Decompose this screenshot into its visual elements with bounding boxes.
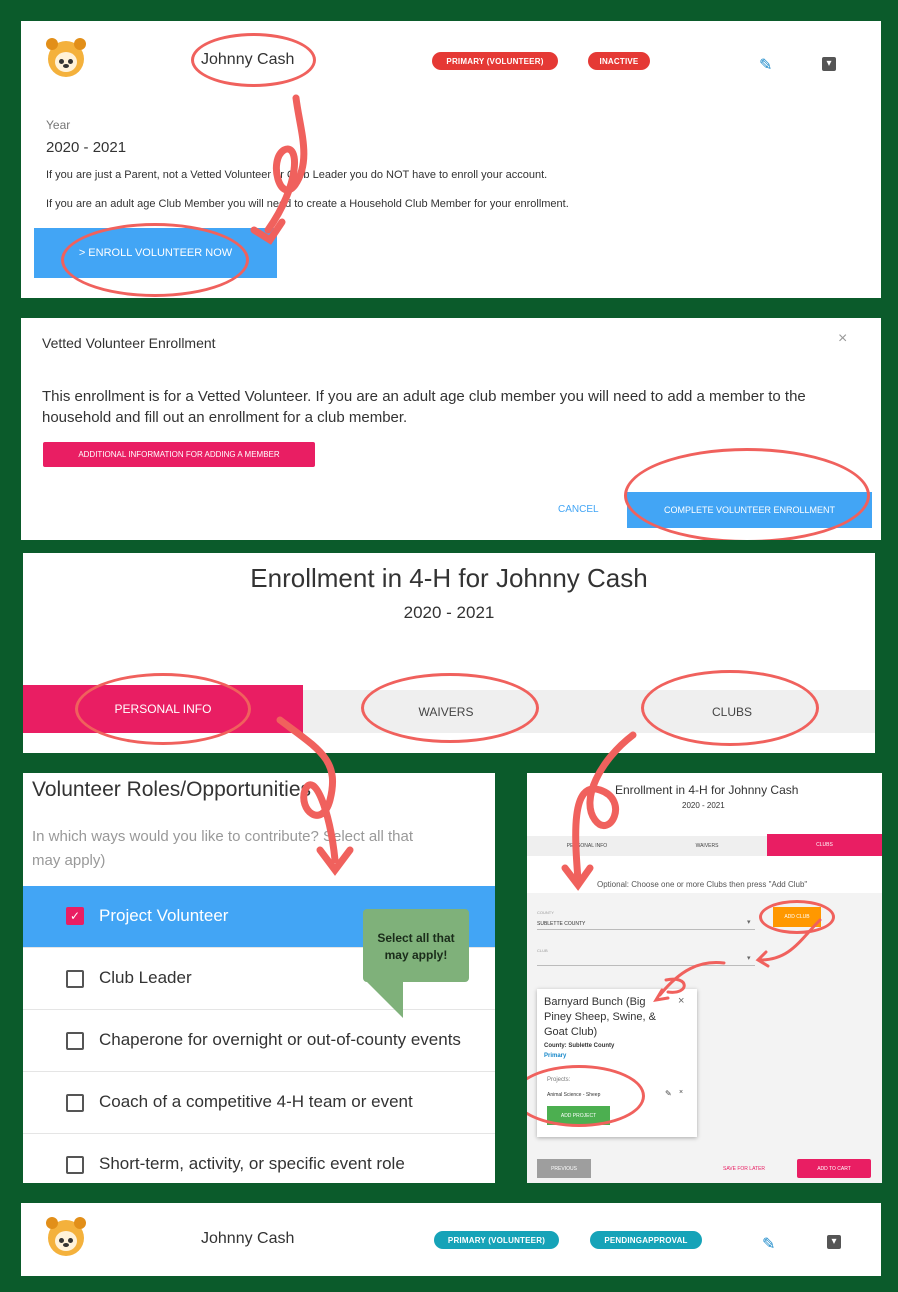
callout-text: Select all that may apply! (377, 931, 455, 962)
year-value: 2020 - 2021 (46, 139, 127, 156)
add-to-cart-button[interactable]: ADD TO CART (797, 1159, 871, 1178)
avatar (46, 1217, 86, 1256)
chevron-down-icon[interactable]: ▾ (747, 954, 751, 962)
edit-pencil-icon[interactable]: ✎ (665, 1089, 672, 1098)
role-chip: PRIMARY (VOLUNTEER) (432, 52, 558, 70)
club-label: CLUB (537, 948, 548, 953)
tab-clubs[interactable]: CLUBS (589, 690, 875, 733)
tab-clubs[interactable]: CLUBS (767, 834, 882, 856)
project-name: Animal Science - Sheep (547, 1092, 601, 1098)
dialog-title: Vetted Volunteer Enrollment (42, 335, 216, 351)
status-chip: PENDINGAPPROVAL (590, 1231, 702, 1249)
club-card: Barnyard Bunch (Big Piney Sheep, Swine, … (537, 989, 697, 1137)
clubs-panel: Enrollment in 4-H for Johnny Cash 2020 -… (527, 773, 882, 1183)
save-later-button[interactable]: SAVE FOR LATER (723, 1166, 765, 1172)
enrollment-year: 2020 - 2021 (403, 603, 495, 622)
checkbox-checked[interactable]: ✓ (66, 907, 84, 925)
clubs-year: 2020 - 2021 (682, 801, 725, 810)
role-label: Coach of a competitive 4-H team or event (99, 1092, 413, 1111)
tab-waivers[interactable]: WAIVERS (647, 836, 767, 856)
complete-enrollment-button[interactable]: COMPLETE VOLUNTEER ENROLLMENT (627, 492, 872, 528)
role-label: Chaperone for overnight or out-of-county… (99, 1030, 461, 1049)
additional-info-button[interactable]: ADDITIONAL INFORMATION FOR ADDING A MEMB… (43, 442, 315, 467)
callout-tail (363, 978, 403, 1018)
tab-waivers[interactable]: WAIVERS (303, 690, 589, 733)
cancel-button[interactable]: CANCEL (558, 504, 599, 515)
remove-icon[interactable]: × (679, 1089, 683, 1096)
club-card-county: County: Sublette County (544, 1043, 615, 1049)
status-chip: INACTIVE (588, 52, 650, 70)
role-chip: PRIMARY (VOLUNTEER) (434, 1231, 559, 1249)
role-label: Project Volunteer (99, 906, 229, 925)
close-icon[interactable]: × (838, 330, 847, 348)
role-option[interactable]: Coach of a competitive 4-H team or event (23, 1072, 495, 1134)
county-select[interactable]: SUBLETTE COUNTY (537, 921, 585, 927)
tab-personal-info[interactable]: PERSONAL INFO (23, 685, 303, 733)
year-label: Year (46, 118, 71, 132)
avatar (46, 38, 86, 77)
clubs-title: Enrollment in 4-H for Johnny Cash (615, 783, 799, 797)
role-option[interactable]: Short-term, activity, or specific event … (23, 1134, 495, 1183)
archive-icon[interactable]: ▾ (827, 1235, 841, 1249)
checkbox[interactable] (66, 970, 84, 988)
dialog-body: This enrollment is for a Vetted Voluntee… (42, 388, 806, 426)
role-option[interactable]: Chaperone for overnight or out-of-county… (23, 1010, 495, 1072)
checkbox[interactable] (66, 1156, 84, 1174)
role-label: Short-term, activity, or specific event … (99, 1154, 405, 1173)
projects-label: Projects: (547, 1077, 571, 1083)
county-label: COUNTY (537, 910, 554, 915)
archive-icon[interactable]: ▾ (822, 57, 836, 71)
chevron-down-icon[interactable]: ▾ (747, 918, 751, 926)
volunteer-roles-panel: Volunteer Roles/Opportunities In which w… (23, 773, 495, 1183)
enrollment-title: Enrollment in 4-H for Johnny Cash (250, 563, 648, 593)
previous-button[interactable]: PREVIOUS (537, 1159, 591, 1178)
edit-pencil-icon[interactable]: ✎ (759, 55, 772, 75)
adult-member-note: If you are an adult age Club Member you … (46, 198, 569, 210)
parent-note: If you are just a Parent, not a Vetted V… (46, 169, 548, 181)
member-card-inactive: Johnny Cash PRIMARY (VOLUNTEER) INACTIVE… (21, 21, 881, 298)
checkbox[interactable] (66, 1032, 84, 1050)
tab-personal-info[interactable]: PERSONAL INFO (527, 836, 647, 856)
roles-subtitle: In which ways would you like to contribu… (32, 828, 414, 869)
vetted-volunteer-dialog: Vetted Volunteer Enrollment × This enrol… (21, 318, 881, 540)
enroll-volunteer-button[interactable]: > ENROLL VOLUNTEER NOW (34, 228, 277, 278)
member-name: Johnny Cash (201, 1230, 295, 1247)
club-card-title: Barnyard Bunch (Big Piney Sheep, Swine, … (544, 996, 656, 1038)
member-name: Johnny Cash (201, 51, 295, 68)
role-label: Club Leader (99, 968, 192, 987)
close-icon[interactable]: × (678, 995, 684, 1007)
club-card-primary: Primary (544, 1053, 567, 1059)
member-card-pending: Johnny Cash PRIMARY (VOLUNTEER) PENDINGA… (21, 1203, 881, 1276)
add-club-button[interactable]: ADD CLUB (773, 907, 821, 927)
enrollment-header: Enrollment in 4-H for Johnny Cash 2020 -… (23, 553, 875, 753)
checkbox[interactable] (66, 1094, 84, 1112)
edit-pencil-icon[interactable]: ✎ (762, 1234, 775, 1254)
clubs-hint: Optional: Choose one or more Clubs then … (597, 880, 808, 889)
add-project-button[interactable]: ADD PROJECT (547, 1106, 610, 1125)
roles-heading: Volunteer Roles/Opportunities (32, 778, 311, 801)
